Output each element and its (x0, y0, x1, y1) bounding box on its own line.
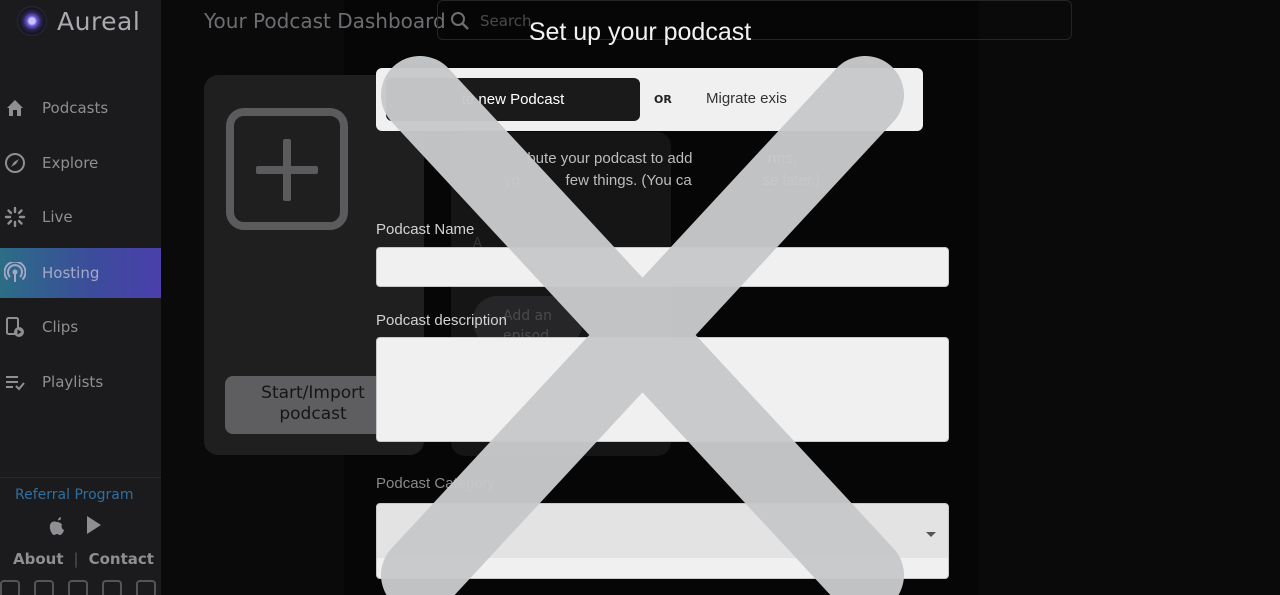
sidebar-item-label: Live (42, 208, 73, 226)
or-divider: OR (654, 93, 672, 106)
referral-program-link[interactable]: Referral Program (15, 487, 134, 503)
facebook-icon[interactable] (68, 580, 88, 595)
migrate-existing-option[interactable]: Migrate exis (706, 90, 787, 107)
linkedin-icon[interactable] (136, 580, 156, 595)
modal-title: Set up your podcast (528, 18, 752, 46)
google-play-icon[interactable] (85, 515, 103, 541)
social-links (0, 580, 156, 595)
add-icon[interactable] (226, 108, 348, 230)
intro-line-2: yo few things. (You ca se later.) (503, 172, 821, 189)
sidebar-item-label: Podcasts (42, 99, 109, 117)
sidebar-item-hosting[interactable]: Hosting (0, 248, 161, 298)
about-link[interactable]: About (13, 550, 64, 568)
sidebar-item-playlists[interactable]: Playlists (0, 357, 161, 407)
sidebar-footer-divider (0, 477, 161, 478)
clips-icon (4, 316, 26, 338)
podcast-name-label: Podcast Name (376, 221, 475, 238)
live-icon (4, 206, 26, 228)
chevron-down-icon (926, 532, 936, 537)
sidebar-item-clips[interactable]: Clips (0, 302, 161, 352)
sidebar-item-label: Hosting (42, 264, 100, 282)
apple-icon[interactable] (47, 515, 67, 541)
footer-links: About | Contact (13, 550, 154, 568)
compass-icon (4, 152, 26, 174)
medium-icon[interactable] (102, 580, 122, 595)
sidebar-item-podcasts[interactable]: Podcasts (0, 83, 161, 133)
podcast-category-select[interactable] (376, 503, 949, 579)
sidebar-item-label: Clips (42, 318, 79, 336)
sidebar-item-label: Explore (42, 154, 99, 172)
podcast-description-input[interactable] (376, 337, 949, 442)
podcast-description-label: Podcast description (376, 312, 507, 329)
start-import-label-line1: Start/Import (261, 383, 365, 403)
sidebar-item-explore[interactable]: Explore (0, 138, 161, 188)
store-icons (47, 515, 103, 541)
category-select-footer (377, 558, 948, 578)
podcast-icon (4, 262, 26, 284)
podcast-name-input[interactable] (376, 247, 949, 287)
instagram-icon[interactable] (34, 580, 54, 595)
setup-mode-toggle: te new Podcast OR Migrate exis (376, 68, 923, 131)
start-import-podcast-button[interactable]: Start/Import podcast (225, 376, 401, 434)
twitter-icon[interactable] (0, 580, 20, 595)
sidebar-item-live[interactable]: Live (0, 192, 161, 242)
home-icon (4, 97, 26, 119)
sidebar: Aureal Podcasts Explore Live Hosting Cli… (0, 0, 161, 595)
intro-line-1: bute your podcast to add rms, (527, 150, 797, 167)
footer-separator: | (73, 550, 79, 568)
modal-intro-text: bute your podcast to add rms, yo few thi… (376, 148, 948, 192)
sidebar-item-label: Playlists (42, 373, 104, 391)
podcast-category-label: Podcast Category (376, 475, 496, 492)
create-new-podcast-option[interactable]: te new Podcast (386, 78, 640, 121)
start-import-label-line2: podcast (279, 404, 347, 424)
playlist-icon (4, 371, 26, 393)
contact-link[interactable]: Contact (89, 550, 154, 568)
